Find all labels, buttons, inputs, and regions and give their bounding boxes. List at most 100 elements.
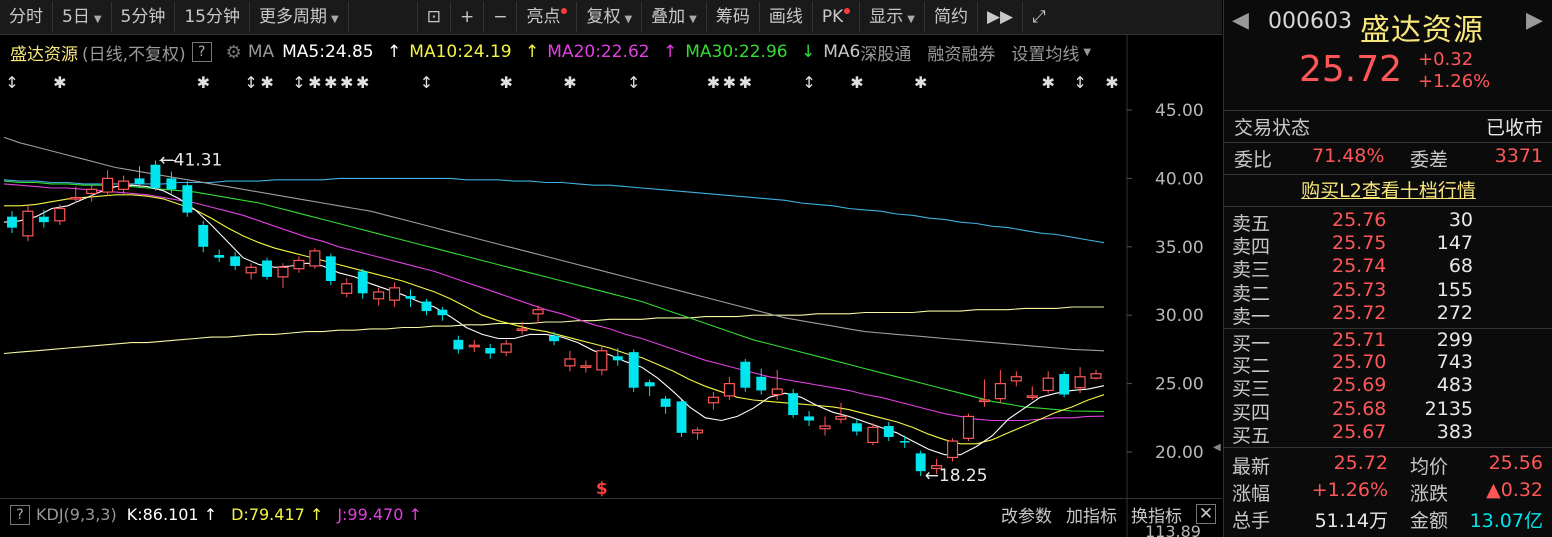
pk-button[interactable]: PK bbox=[813, 2, 861, 32]
notification-dot-icon bbox=[844, 8, 851, 14]
y-tick-label: 35.00 bbox=[1155, 238, 1204, 258]
bid-row[interactable]: 买四 25.68 2135 bbox=[1224, 397, 1552, 424]
chips-button[interactable]: 筹码 bbox=[707, 2, 760, 32]
ma30-value: MA30:22.96 ↓ bbox=[685, 42, 816, 62]
collapse-panel-icon[interactable]: ◀ bbox=[1213, 436, 1222, 460]
stats-row: 涨幅 +1.26% 涨跌 ▲0.32 bbox=[1224, 479, 1552, 506]
bid-row[interactable]: 买五 25.67 383 bbox=[1224, 421, 1552, 447]
bid-row[interactable]: 买三 25.69 483 bbox=[1224, 374, 1552, 400]
add-indicator-button[interactable]: 加指标 bbox=[1066, 502, 1117, 527]
ask-row[interactable]: 卖一 25.72 272 bbox=[1224, 301, 1552, 328]
lock-button[interactable]: ⊡ bbox=[416, 2, 451, 32]
candle-body bbox=[166, 178, 177, 190]
draw-line-button[interactable]: 画线 bbox=[760, 2, 813, 32]
candle-body bbox=[723, 383, 735, 397]
last-price: 25.72 bbox=[1299, 49, 1403, 90]
kdj-name: KDJ(9,3,3) bbox=[36, 505, 117, 524]
margin-trading-link[interactable]: 融资融券 bbox=[927, 40, 995, 65]
ask-row[interactable]: 卖三 25.74 68 bbox=[1224, 255, 1552, 281]
candle-body bbox=[277, 266, 289, 278]
edit-params-button[interactable]: 改参数 bbox=[1001, 502, 1052, 527]
kline-chart-panel[interactable]: 45.00 40.00 35.00 30.00 25.00 20.00 113.89 ←41.… bbox=[0, 0, 1222, 537]
lock-icon: ⊡ bbox=[426, 7, 441, 27]
event-star-icon: ✱ bbox=[340, 73, 353, 92]
ask-volume: 155 bbox=[1436, 278, 1473, 301]
ask-volume: 272 bbox=[1436, 301, 1473, 324]
change-percent: +1.26% bbox=[1418, 71, 1491, 92]
ma20-value: MA20:22.62 ↑ bbox=[547, 42, 678, 62]
stat-label: 总手 bbox=[1232, 510, 1271, 532]
zoom-in-button[interactable]: + bbox=[451, 2, 485, 32]
hk-connect-link[interactable]: 深股通 bbox=[860, 40, 911, 65]
ask-price: 25.73 bbox=[1332, 278, 1387, 301]
chevron-down-icon: ▼ bbox=[624, 14, 633, 25]
highlight-button[interactable]: 亮点 bbox=[517, 2, 578, 32]
candle-body bbox=[1010, 376, 1022, 382]
period-5day-button[interactable]: 5日 ▼ bbox=[53, 2, 112, 32]
close-icon[interactable]: ✕ bbox=[1196, 504, 1216, 524]
chart-mode-label: (日线,不复权) bbox=[82, 44, 186, 65]
bid-row[interactable]: 买一 25.71 299 bbox=[1224, 328, 1552, 355]
kdj-help-button[interactable]: ? bbox=[10, 504, 30, 525]
ma10-line bbox=[4, 194, 1105, 445]
period-intraday-button[interactable]: 分时 bbox=[0, 2, 53, 32]
ma250-line bbox=[3, 306, 1104, 355]
change-indicator-button[interactable]: 换指标 bbox=[1131, 502, 1182, 527]
period-15min-label: 15分钟 bbox=[184, 7, 240, 27]
more-periods-label: 更多周期 bbox=[259, 7, 327, 27]
ask-volume: 30 bbox=[1448, 209, 1473, 231]
quote-header: ◀ 000603 盛达资源 ▶ 25.72 +0.32 +1.26% bbox=[1224, 0, 1552, 110]
candle-body bbox=[1074, 376, 1086, 389]
zoom-out-button[interactable]: − bbox=[484, 2, 518, 32]
gear-icon[interactable]: ⚙ bbox=[226, 42, 242, 63]
kdj-k-value: K:86.101 ↑ bbox=[126, 505, 218, 524]
fast-forward-button[interactable]: ▶▶ bbox=[978, 2, 1024, 32]
kline-chart-svg[interactable]: 45.0040.0035.0030.0025.0020.00113.89←41.… bbox=[0, 0, 1222, 537]
candle-body bbox=[835, 415, 847, 420]
plus-icon: + bbox=[459, 7, 475, 27]
bid-row[interactable]: 买二 25.70 743 bbox=[1224, 351, 1552, 377]
display-button[interactable]: 显示 ▼ bbox=[860, 2, 925, 32]
buy-l2-link[interactable]: 购买L2查看十档行情 bbox=[1224, 174, 1552, 207]
more-periods-button[interactable]: 更多周期 ▼ bbox=[250, 2, 349, 32]
bid-price: 25.69 bbox=[1332, 374, 1387, 397]
candle-body bbox=[660, 398, 671, 407]
candle-body bbox=[500, 343, 512, 353]
bid-volume: 2135 bbox=[1424, 397, 1473, 420]
event-star-icon: ✱ bbox=[308, 73, 321, 92]
prev-stock-icon[interactable]: ◀ bbox=[1232, 8, 1249, 33]
trade-status-label: 交易状态 bbox=[1234, 117, 1311, 139]
overlay-button[interactable]: 叠加 ▼ bbox=[642, 2, 707, 32]
stat-value: 25.72 bbox=[1333, 452, 1388, 474]
bid-volume: 483 bbox=[1436, 374, 1473, 397]
next-stock-icon[interactable]: ▶ bbox=[1526, 8, 1543, 33]
adjust-rights-button[interactable]: 复权 ▼ bbox=[577, 2, 643, 32]
candle-body bbox=[612, 356, 623, 361]
set-ma-link[interactable]: 设置均线 bbox=[1011, 40, 1079, 65]
candle-body bbox=[644, 382, 655, 387]
period-15min-button[interactable]: 15分钟 bbox=[175, 2, 250, 32]
chart-legend: 盛达资源 (日线,不复权) ? ⚙ MA MA5:24.85 ↑ MA10:24… bbox=[10, 38, 1099, 66]
chevron-down-icon: ▼ bbox=[1083, 46, 1092, 58]
kdj-tools: 改参数 加指标 换指标 ✕ bbox=[987, 499, 1222, 529]
candle-body bbox=[54, 207, 66, 222]
overlay-label: 叠加 bbox=[651, 7, 686, 27]
ma10-text: MA10:24.19 bbox=[409, 42, 512, 62]
ask-row[interactable]: 卖二 25.73 155 bbox=[1224, 278, 1552, 305]
ask-price: 25.76 bbox=[1332, 209, 1387, 231]
fullscreen-button[interactable]: ⤢ bbox=[1023, 2, 1055, 32]
candle-body bbox=[38, 216, 49, 223]
period-5min-button[interactable]: 5分钟 bbox=[112, 2, 176, 32]
ask-row[interactable]: 卖五 25.76 30 bbox=[1224, 209, 1552, 235]
kdj-j-value: J:99.470 ↑ bbox=[337, 505, 422, 524]
candle-body bbox=[325, 256, 336, 281]
draw-line-label: 画线 bbox=[768, 7, 803, 27]
simple-mode-button[interactable]: 简约 bbox=[925, 2, 978, 32]
candle-body bbox=[22, 210, 34, 237]
stat-value: +1.26% bbox=[1311, 479, 1388, 501]
highlight-label: 亮点 bbox=[526, 7, 561, 27]
quote-panel: ◀ 000603 盛达资源 ▶ 25.72 +0.32 +1.26% 交易状态 … bbox=[1223, 0, 1552, 537]
candle-body bbox=[804, 416, 815, 421]
ask-row[interactable]: 卖四 25.75 147 bbox=[1224, 232, 1552, 258]
help-button[interactable]: ? bbox=[191, 42, 212, 62]
